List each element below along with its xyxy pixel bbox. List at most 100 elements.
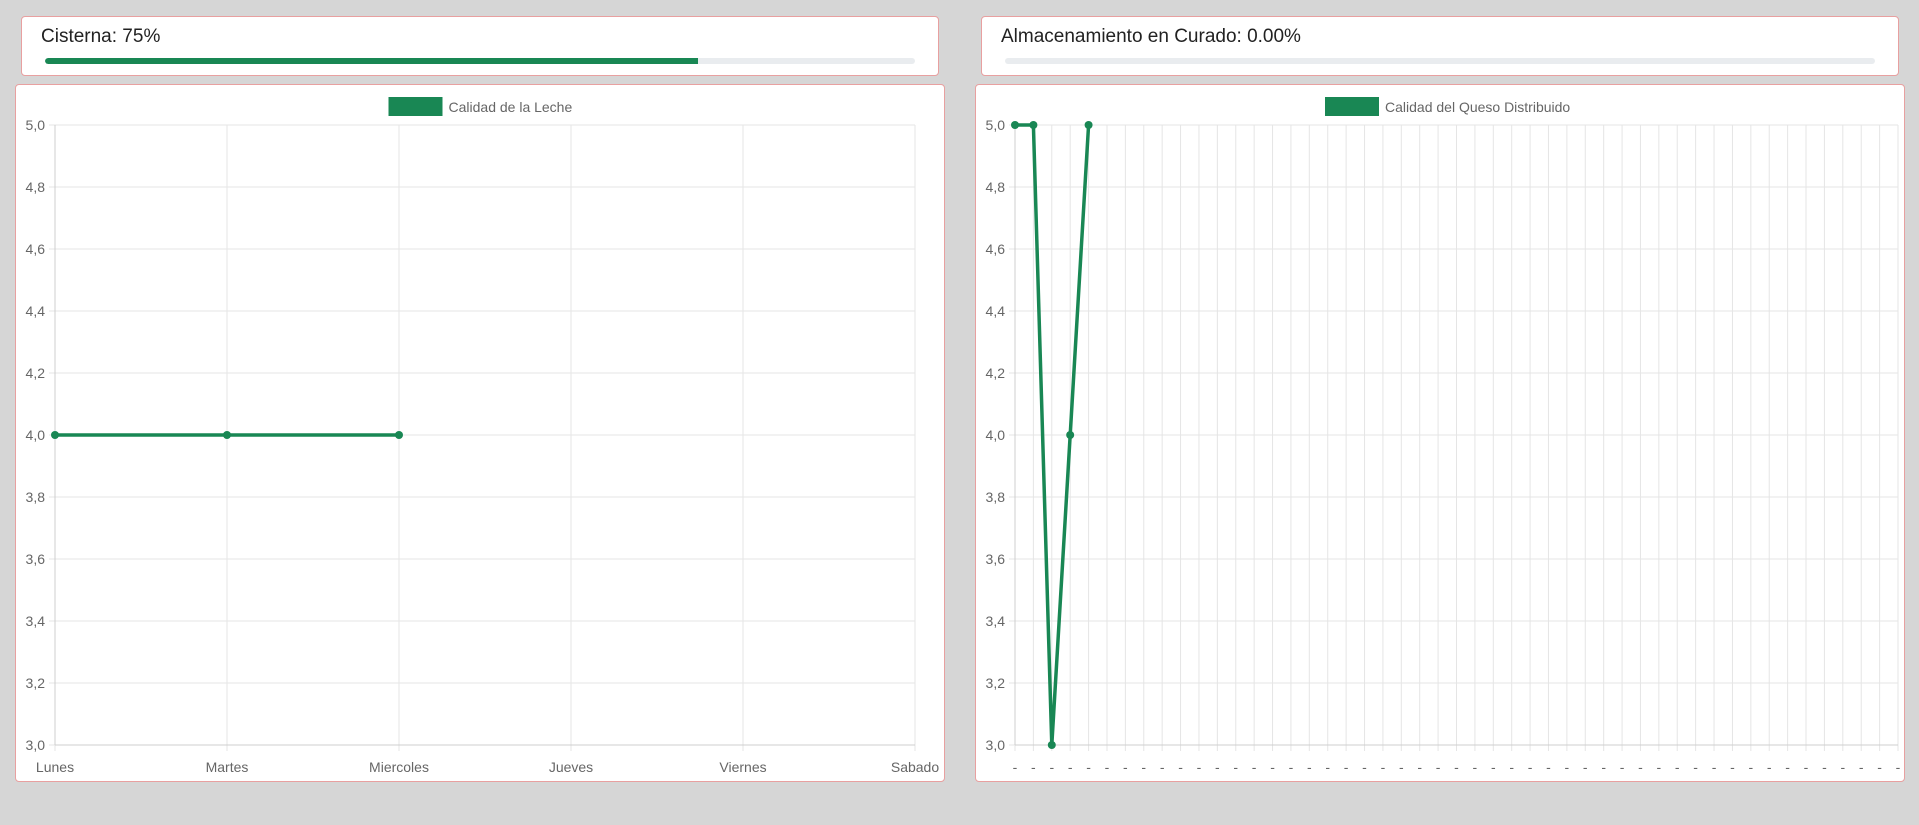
x-tick-label: - — [1160, 759, 1165, 775]
x-tick-label: - — [1565, 759, 1570, 775]
x-tick-label: - — [1693, 759, 1698, 775]
data-point[interactable] — [1066, 431, 1075, 439]
x-tick-label: - — [1123, 759, 1128, 775]
cistern-progress-fill — [45, 58, 698, 64]
x-tick-label: - — [1086, 759, 1091, 775]
cistern-status-label: Cisterna: 75% — [41, 26, 161, 47]
x-tick-label: Martes — [206, 759, 249, 775]
x-tick-label: - — [1068, 759, 1073, 775]
x-tick-label: - — [1013, 759, 1018, 775]
legend-swatch[interactable] — [1325, 97, 1379, 116]
y-tick-label: 3,8 — [986, 489, 1006, 505]
x-tick-label: Jueves — [549, 759, 593, 775]
y-tick-label: 3,6 — [986, 551, 1006, 567]
x-tick-label: Miercoles — [369, 759, 429, 775]
y-tick-label: 3,0 — [986, 737, 1006, 753]
x-tick-label: Viernes — [719, 759, 766, 775]
x-tick-label: - — [1325, 759, 1330, 775]
cistern-progress-bar — [45, 58, 915, 64]
x-tick-label: - — [1399, 759, 1404, 775]
x-tick-label: - — [1730, 759, 1735, 775]
x-tick-label: - — [1454, 759, 1459, 775]
x-tick-label: - — [1491, 759, 1496, 775]
x-tick-label: - — [1748, 759, 1753, 775]
data-point[interactable] — [1047, 741, 1056, 749]
x-tick-label: - — [1859, 759, 1864, 775]
y-tick-label: 3,2 — [26, 675, 46, 691]
x-tick-label: - — [1877, 759, 1882, 775]
x-tick-label: - — [1657, 759, 1662, 775]
y-tick-label: 3,0 — [26, 737, 46, 753]
x-tick-label: - — [1381, 759, 1386, 775]
x-tick-label: - — [1767, 759, 1772, 775]
data-point[interactable] — [223, 431, 231, 439]
x-tick-label: - — [1840, 759, 1845, 775]
x-tick-label: - — [1178, 759, 1183, 775]
x-tick-label: - — [1233, 759, 1238, 775]
x-tick-label: - — [1344, 759, 1349, 775]
y-tick-label: 4,0 — [26, 427, 46, 443]
curing-status-label: Almacenamiento en Curado: 0.00% — [1001, 26, 1301, 47]
y-tick-label: 5,0 — [986, 117, 1006, 133]
y-tick-label: 5,0 — [26, 117, 46, 133]
legend-label[interactable]: Calidad de la Leche — [449, 99, 573, 115]
data-point[interactable] — [1084, 121, 1093, 129]
y-tick-label: 4,4 — [986, 303, 1006, 319]
y-tick-label: 4,6 — [26, 241, 46, 257]
data-point[interactable] — [51, 431, 59, 439]
milk-quality-chart-card: 3,0 3,2 3,4 3,6 3,8 4,0 4,2 4,4 4,6 4,8 5,0 Lunes Ma… — [15, 84, 945, 782]
legend-swatch[interactable] — [388, 97, 443, 116]
y-tick-label: 3,8 — [26, 489, 46, 505]
legend-label[interactable]: Calidad del Queso Distribuido — [1385, 99, 1570, 115]
x-tick-label: - — [1822, 759, 1827, 775]
y-tick-label: 4,2 — [26, 365, 46, 381]
y-tick-label: 4,4 — [26, 303, 46, 319]
cheese-quality-chart: 3,03,23,43,63,84,04,24,44,64,85,0- - - - - - -… — [986, 97, 1901, 775]
x-tick-label: - — [1141, 759, 1146, 775]
x-tick-label: - — [1583, 759, 1588, 775]
y-tick-label: 4,2 — [986, 365, 1006, 381]
y-tick-label: 4,8 — [986, 179, 1006, 195]
y-tick-label: 3,2 — [986, 675, 1006, 691]
x-tick-label: - — [1197, 759, 1202, 775]
x-tick-label: - — [1638, 759, 1643, 775]
x-tick-label: - — [1436, 759, 1441, 775]
y-tick-label: 3,6 — [26, 551, 46, 567]
x-tick-label: - — [1417, 759, 1422, 775]
milk-quality-chart: 3,0 3,2 3,4 3,6 3,8 4,0 4,2 4,4 4,6 4,8 5,0 Lunes Ma… — [26, 97, 939, 775]
data-point[interactable] — [1029, 121, 1038, 129]
x-tick-label: - — [1049, 759, 1054, 775]
y-tick-label: 4,8 — [26, 179, 46, 195]
x-tick-label: - — [1289, 759, 1294, 775]
x-tick-label: - — [1307, 759, 1312, 775]
x-tick-label: - — [1601, 759, 1606, 775]
data-point[interactable] — [1011, 121, 1019, 129]
x-tick-label: - — [1252, 759, 1257, 775]
data-point[interactable] — [395, 431, 403, 439]
x-tick-label: - — [1528, 759, 1533, 775]
x-tick-label: - — [1215, 759, 1220, 775]
cistern-status-card: Cisterna: 75% — [21, 16, 939, 76]
x-tick-label: Lunes — [36, 759, 74, 775]
x-tick-label: - — [1105, 759, 1110, 775]
cheese-quality-chart-card: 3,0 3,2 3,4 3,6 3,8 4,0 4,2 4,4 4,6 4,8 5,0- - - - - - -… — [975, 84, 1905, 782]
x-tick-label: - — [1509, 759, 1514, 775]
x-tick-label: - — [1473, 759, 1478, 775]
x-tick-label: - — [1620, 759, 1625, 775]
x-tick-label: Sabado — [891, 759, 939, 775]
x-tick-label: - — [1031, 759, 1036, 775]
x-tick-label: - — [1270, 759, 1275, 775]
curing-status-card: Almacenamiento en Curado: 0.00% — [981, 16, 1899, 76]
x-tick-label: - — [1546, 759, 1551, 775]
y-tick-label: 4,0 — [986, 427, 1006, 443]
x-tick-label: - — [1362, 759, 1367, 775]
curing-progress-bar — [1005, 58, 1875, 64]
y-tick-label: 3,4 — [26, 613, 46, 629]
x-tick-label: - — [1896, 759, 1901, 775]
x-tick-label: - — [1712, 759, 1717, 775]
y-tick-label: 4,6 — [986, 241, 1006, 257]
x-tick-label: - — [1675, 759, 1680, 775]
x-tick-label: - — [1804, 759, 1809, 775]
y-tick-label: 3,4 — [986, 613, 1006, 629]
x-tick-label: - — [1785, 759, 1790, 775]
